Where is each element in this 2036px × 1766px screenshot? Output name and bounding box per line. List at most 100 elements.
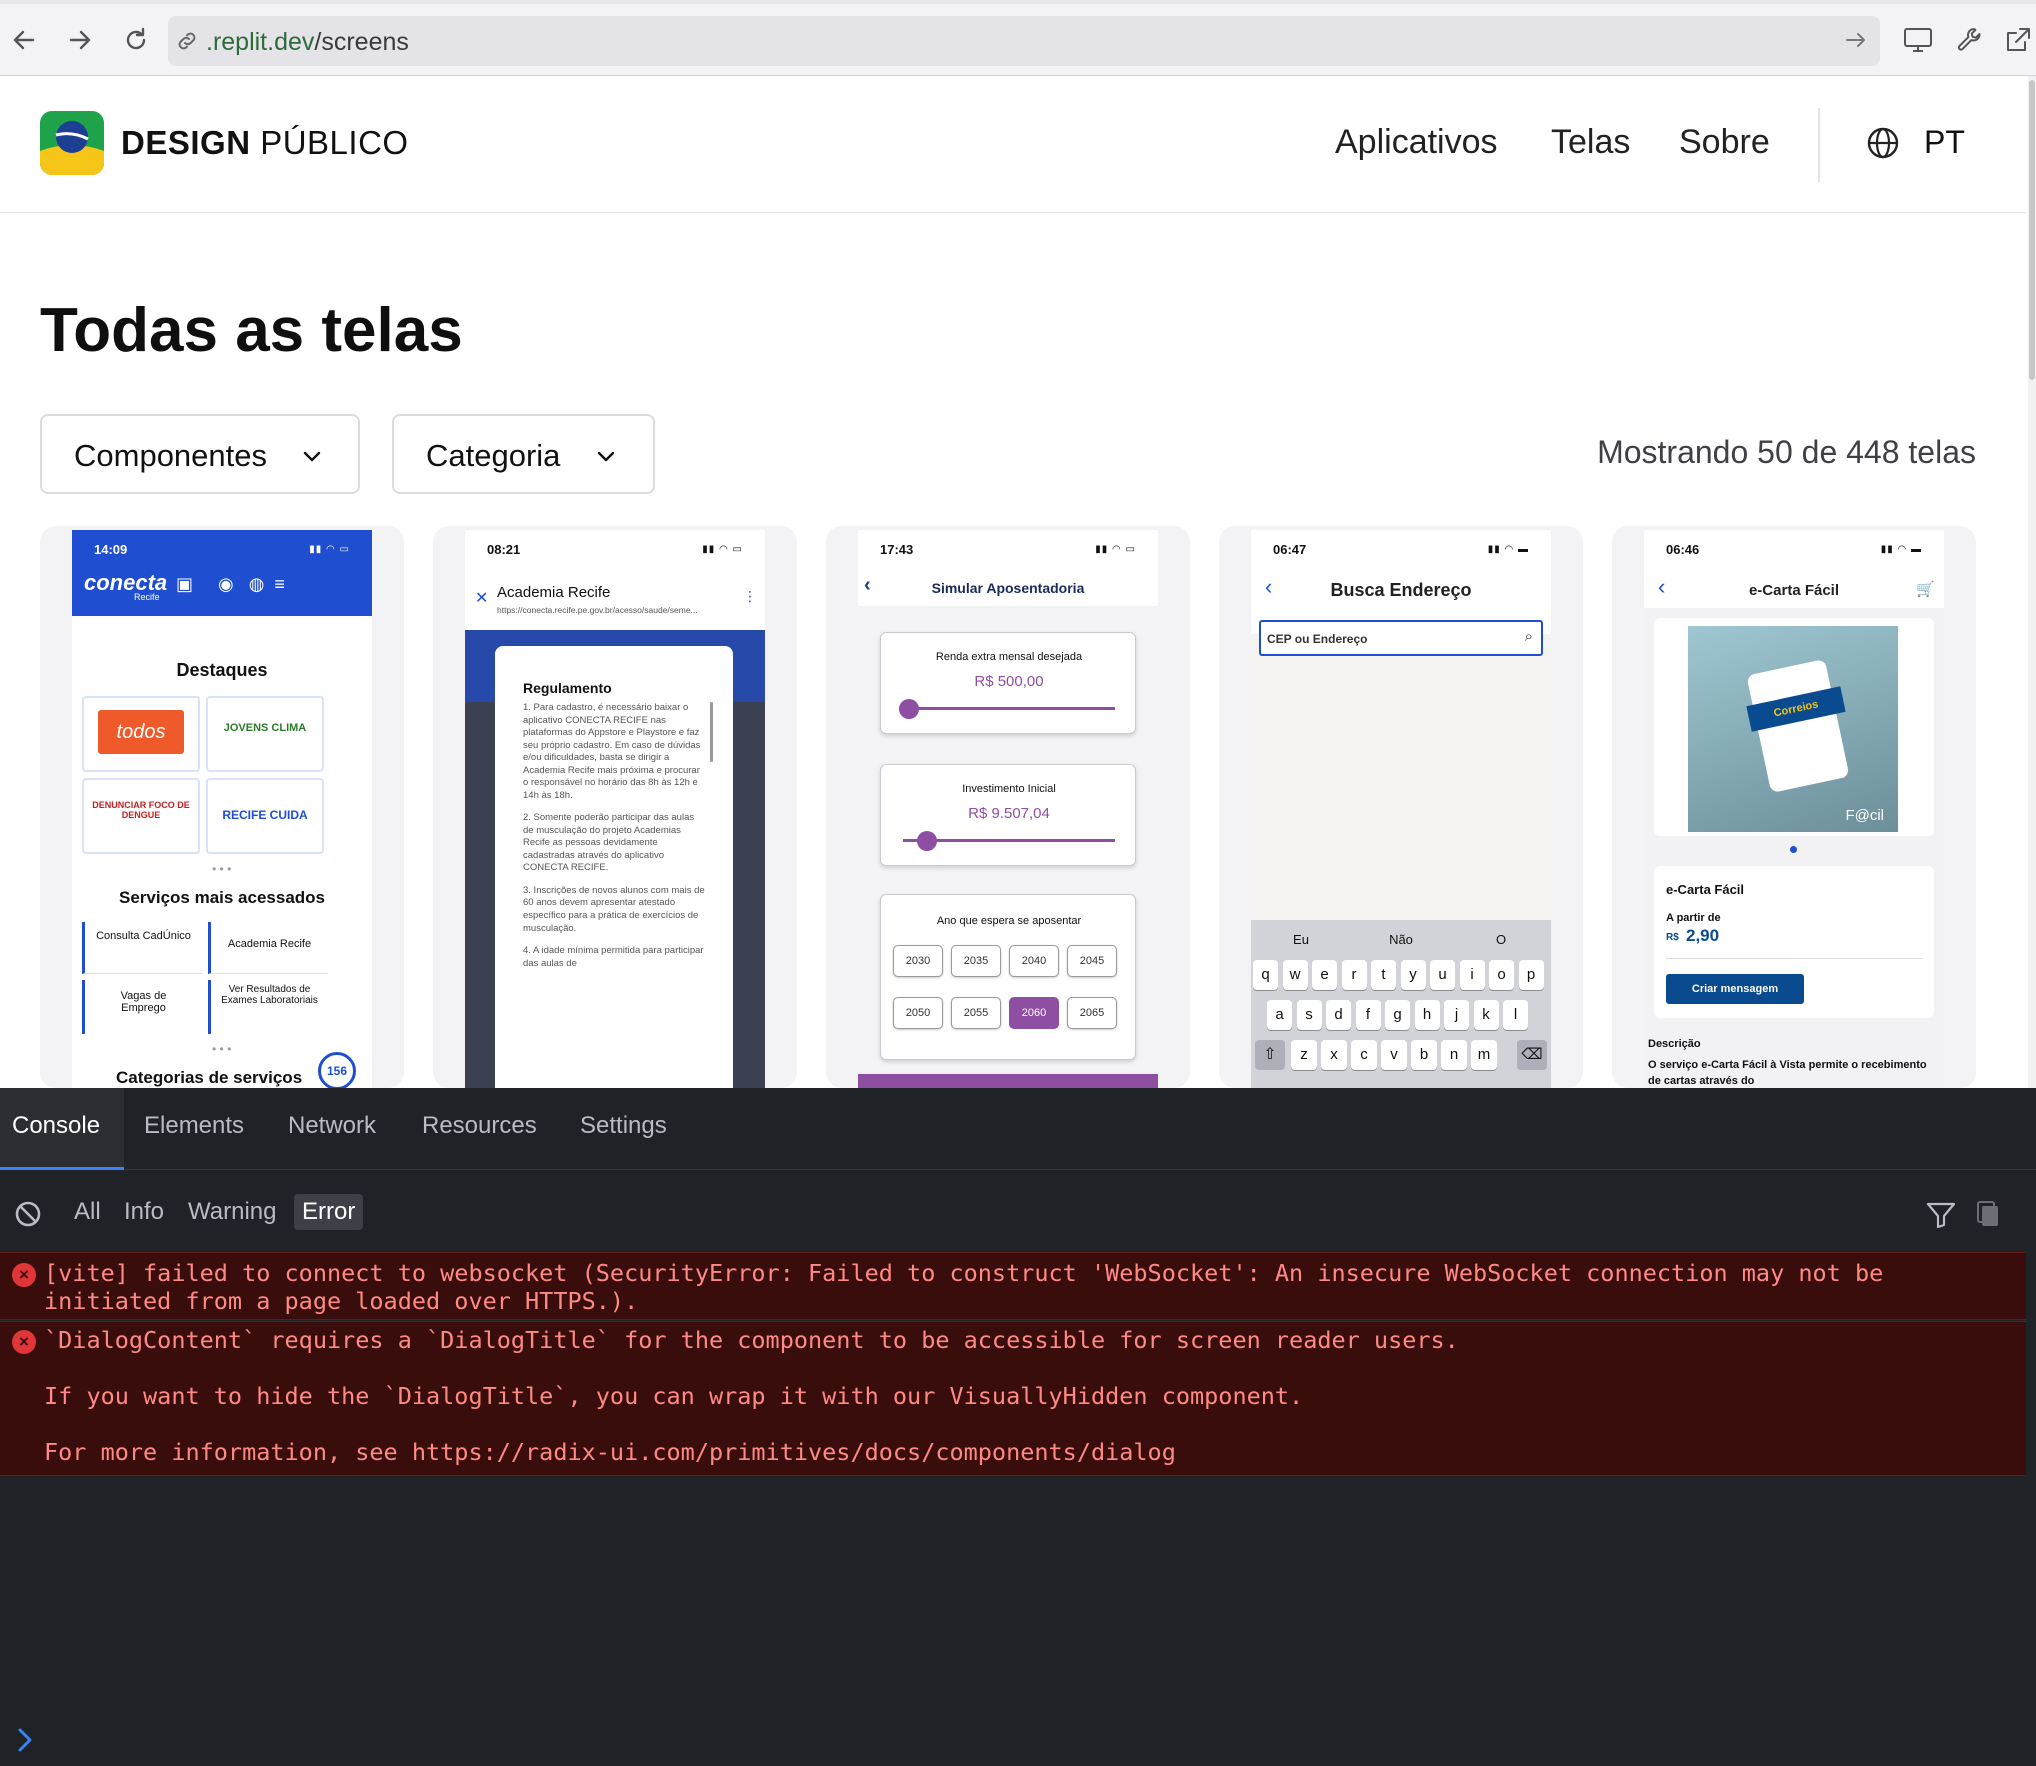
keyboard-key[interactable]: w xyxy=(1282,960,1308,990)
keyboard-key[interactable]: q xyxy=(1253,960,1278,990)
keyboard-key[interactable]: y xyxy=(1400,960,1426,990)
devtools-button[interactable] xyxy=(1952,22,1988,58)
error-message: [vite] failed to connect to websocket (S… xyxy=(44,1259,1898,1315)
screen-card-conecta[interactable]: 14:09 ▮▮ ◠ ▭ conecta Recife ▣ ◉ ◍ ≡ Dest… xyxy=(40,526,404,1088)
dialog-scrollbar[interactable] xyxy=(710,702,713,762)
regulamento-dialog[interactable]: Regulamento 1. Para cadastro, é necessár… xyxy=(495,646,733,1088)
service-exames: Ver Resultados de Exames Laboratoriais xyxy=(208,980,328,1034)
device-preview-button[interactable] xyxy=(1900,22,1936,58)
slider-thumb[interactable] xyxy=(917,831,937,851)
search-icon[interactable]: ⌕ xyxy=(1525,628,1533,645)
keyboard-key[interactable]: x xyxy=(1321,1040,1347,1070)
backspace-key[interactable]: ⌫ xyxy=(1517,1040,1547,1070)
slider-track[interactable] xyxy=(903,707,1115,710)
keyboard-key[interactable]: u xyxy=(1430,960,1455,990)
product-image-card: Correios F@cil xyxy=(1654,618,1934,836)
keyboard-key[interactable]: s xyxy=(1296,1000,1322,1030)
keyboard-key[interactable]: n xyxy=(1441,1040,1467,1070)
keyboard-key[interactable]: o xyxy=(1489,960,1514,990)
screen-card-busca-endereco[interactable]: 06:47 ▮▮ ◠ ▬ ‹ Busca Endereço CEP ou End… xyxy=(1219,526,1583,1088)
nav-divider xyxy=(1818,108,1820,182)
tab-console[interactable]: Console xyxy=(0,1088,124,1170)
scrollbar-thumb[interactable] xyxy=(2029,80,2035,380)
console-prompt-chevron-icon[interactable] xyxy=(14,1726,38,1754)
keyboard-suggestion[interactable]: Eu xyxy=(1251,932,1351,947)
year-option[interactable]: 2045 xyxy=(1067,945,1117,977)
tab-settings[interactable]: Settings xyxy=(580,1088,667,1170)
keyboard-key[interactable]: j xyxy=(1444,1000,1469,1030)
address-search-input[interactable]: CEP ou Endereço ⌕ xyxy=(1259,620,1543,656)
copy-icon[interactable] xyxy=(1976,1200,2000,1228)
tile-recife-cuida: RECIFE CUIDA xyxy=(206,778,324,854)
open-new-tab-button[interactable] xyxy=(2000,22,2036,58)
year-option[interactable]: 2065 xyxy=(1067,997,1117,1029)
keyboard-key[interactable]: h xyxy=(1414,1000,1440,1030)
slider-thumb[interactable] xyxy=(899,699,919,719)
filter-info[interactable]: Info xyxy=(116,1194,172,1230)
filter-warning[interactable]: Warning xyxy=(180,1194,284,1230)
divider xyxy=(1666,958,1922,959)
screen-card-ecarta[interactable]: 06:46 ▮▮ ◠ ▬ ‹ e-Carta Fácil 🛒 Correios … xyxy=(1612,526,1976,1088)
tab-network[interactable]: Network xyxy=(288,1088,376,1170)
brazil-flag-logo[interactable] xyxy=(40,111,104,175)
screen-card-academia[interactable]: 08:21 ▮▮ ◠ ▭ ✕ Academia Recife https://c… xyxy=(433,526,797,1088)
nav-aplicativos[interactable]: Aplicativos xyxy=(1335,123,1498,162)
keyboard-key[interactable]: i xyxy=(1459,960,1485,990)
year-option[interactable]: 2040 xyxy=(1009,945,1059,977)
year-option[interactable]: 2035 xyxy=(951,945,1001,977)
nav-telas[interactable]: Telas xyxy=(1551,123,1630,162)
clear-console-icon[interactable] xyxy=(14,1200,42,1228)
globe-icon[interactable] xyxy=(1866,126,1900,160)
tab-elements[interactable]: Elements xyxy=(144,1088,244,1170)
language-selector[interactable]: PT xyxy=(1924,124,1965,161)
status-time: 06:46 xyxy=(1666,542,1700,557)
page-scrollbar[interactable] xyxy=(2028,76,2036,1088)
phone-screenshot: 06:47 ▮▮ ◠ ▬ ‹ Busca Endereço CEP ou End… xyxy=(1251,530,1551,1088)
keyboard-key[interactable]: g xyxy=(1385,1000,1410,1030)
shift-key[interactable]: ⇧ xyxy=(1255,1040,1285,1070)
keyboard-key[interactable]: a xyxy=(1267,1000,1292,1030)
phone-screenshot: 06:46 ▮▮ ◠ ▬ ‹ e-Carta Fácil 🛒 Correios … xyxy=(1644,530,1944,1088)
keyboard-key[interactable]: p xyxy=(1518,960,1544,990)
keyboard-key[interactable]: t xyxy=(1371,960,1396,990)
address-bar[interactable]: .replit.dev/screens xyxy=(168,16,1880,66)
console-error-entry[interactable]: × `DialogContent` requires a `DialogTitl… xyxy=(0,1321,2026,1476)
year-option[interactable]: 2050 xyxy=(893,997,943,1029)
keyboard-key[interactable]: f xyxy=(1355,1000,1381,1030)
nav-sobre[interactable]: Sobre xyxy=(1679,123,1770,162)
filter-all[interactable]: All xyxy=(66,1194,109,1230)
keyboard-key[interactable]: z xyxy=(1291,1040,1317,1070)
back-button[interactable] xyxy=(6,22,42,58)
category-filter-dropdown[interactable]: Categoria xyxy=(392,414,655,494)
console-error-entry[interactable]: × [vite] failed to connect to websocket … xyxy=(0,1252,2026,1320)
submit-bar[interactable] xyxy=(858,1074,1158,1088)
keyboard-key[interactable]: e xyxy=(1312,960,1337,990)
components-filter-dropdown[interactable]: Componentes xyxy=(40,414,360,494)
site-logo-text[interactable]: DESIGN PÚBLICO xyxy=(121,124,409,162)
phone-screenshot: 14:09 ▮▮ ◠ ▭ conecta Recife ▣ ◉ ◍ ≡ Dest… xyxy=(72,530,372,1088)
keyboard-key[interactable]: l xyxy=(1503,1000,1528,1030)
year-option[interactable]: 2055 xyxy=(951,997,1001,1029)
keyboard-key[interactable]: k xyxy=(1473,1000,1499,1030)
cart-icon[interactable]: 🛒 xyxy=(1916,580,1935,598)
keyboard-key[interactable]: r xyxy=(1341,960,1367,990)
forward-button[interactable] xyxy=(62,22,98,58)
keyboard-key[interactable]: d xyxy=(1326,1000,1351,1030)
keyboard-suggestion[interactable]: O xyxy=(1451,932,1551,947)
create-message-button[interactable]: Criar mensagem xyxy=(1666,974,1804,1004)
filter-error[interactable]: Error xyxy=(294,1194,364,1230)
conecta-sub: Recife xyxy=(134,592,160,602)
filter-funnel-icon[interactable] xyxy=(1926,1202,1956,1228)
keyboard-key[interactable]: c xyxy=(1351,1040,1377,1070)
keyboard-key[interactable]: m xyxy=(1471,1040,1497,1070)
go-arrow-icon[interactable] xyxy=(1844,28,1868,52)
tab-resources[interactable]: Resources xyxy=(422,1088,537,1170)
reload-button[interactable] xyxy=(118,22,154,58)
year-option[interactable]: 2060 xyxy=(1009,997,1059,1029)
keyboard-key[interactable]: b xyxy=(1411,1040,1437,1070)
year-option[interactable]: 2030 xyxy=(893,945,943,977)
carousel-dot[interactable] xyxy=(1790,846,1797,853)
screen-card-aposentadoria[interactable]: 17:43 ▮▮ ◠ ▭ ‹ Simular Aposentadoria Ren… xyxy=(826,526,1190,1088)
keyboard-suggestion[interactable]: Não xyxy=(1351,932,1451,947)
keyboard-key[interactable]: v xyxy=(1381,1040,1407,1070)
